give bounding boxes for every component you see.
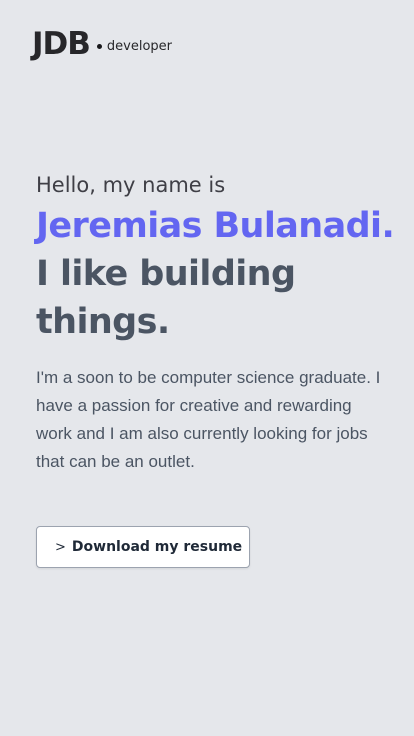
logo-dot-icon	[96, 43, 102, 49]
logo-subtitle: developer	[106, 38, 173, 54]
download-resume-button[interactable]: > Download my resume	[36, 526, 250, 568]
bio-text: I'm a soon to be computer science gradua…	[36, 368, 381, 471]
site-header: JDB developer	[32, 26, 172, 62]
greeting-text: Hello, my name is	[36, 173, 226, 197]
hero-tagline: I like building things.	[36, 254, 296, 342]
chevron-right-icon: >	[55, 539, 66, 555]
logo[interactable]: JDB	[32, 26, 91, 62]
download-resume-label: Download my resume	[71, 539, 243, 555]
hero-name: Jeremias Bulanadi.	[36, 206, 395, 246]
hero-section: Hello, my name is Jeremias Bulanadi. I l…	[36, 168, 395, 346]
